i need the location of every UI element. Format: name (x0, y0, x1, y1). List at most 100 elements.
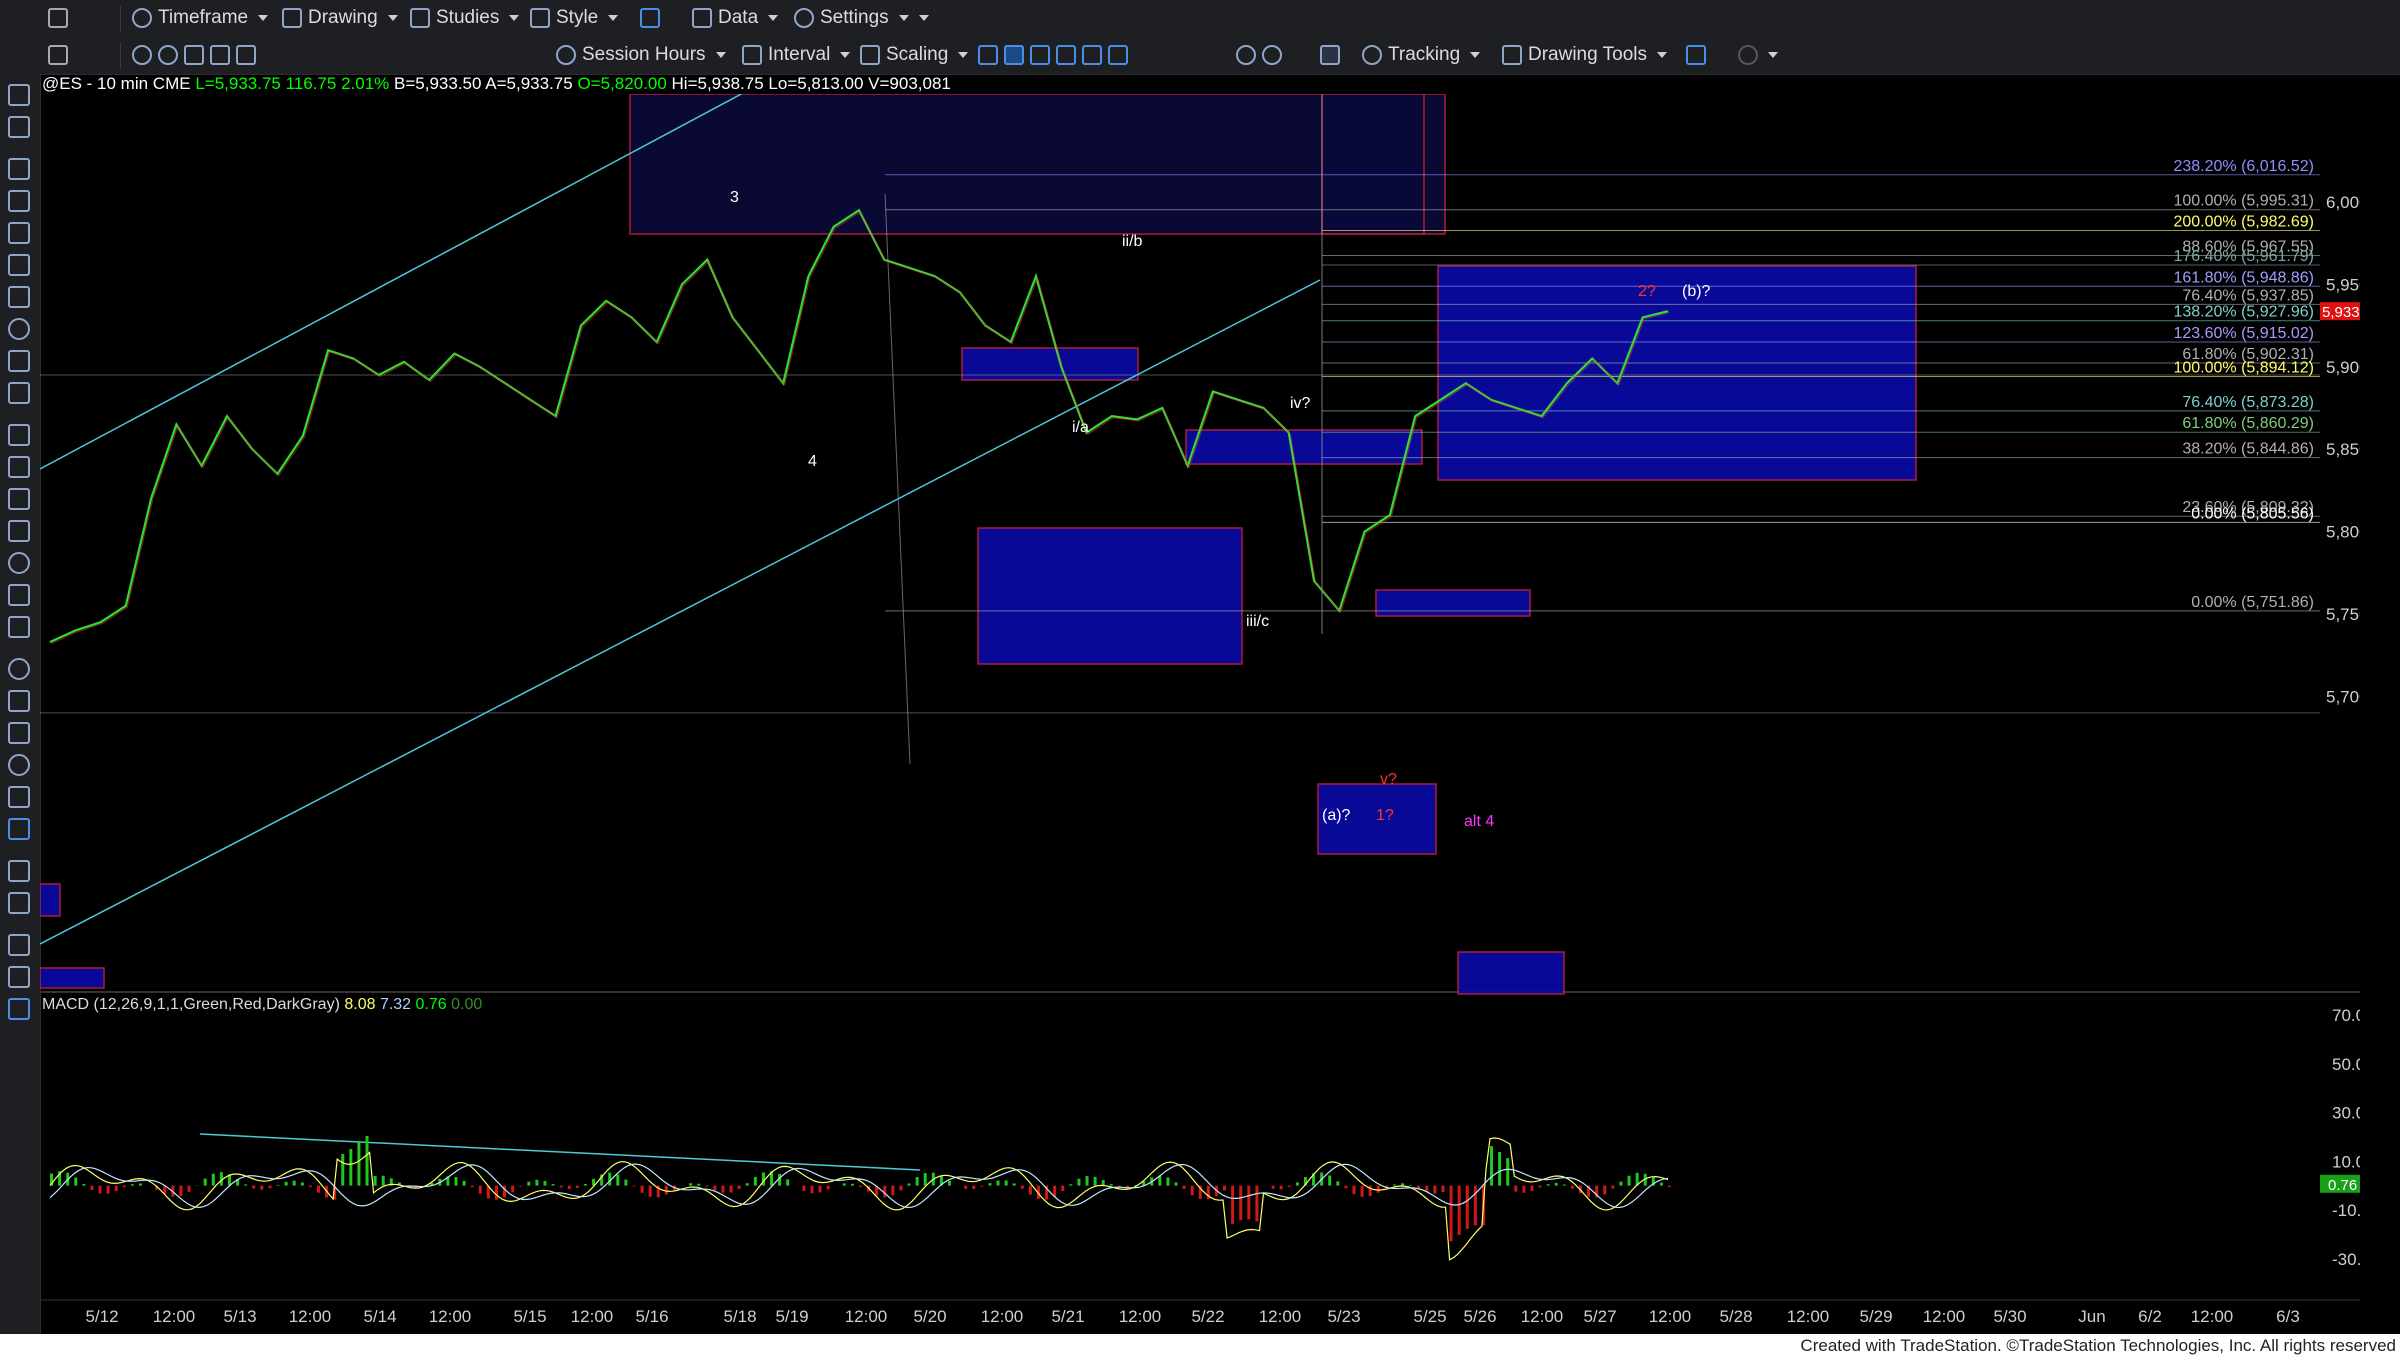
speed-lines-icon[interactable] (8, 456, 30, 478)
pitchfork-icon[interactable] (8, 350, 30, 372)
cursor-tools-group[interactable] (132, 36, 256, 74)
macd-histogram-bar (1611, 1185, 1615, 1189)
macd-histogram-bar (689, 1183, 693, 1186)
price-tick-label: 5,850.00 (2326, 440, 2360, 459)
macd-histogram-bar (907, 1183, 911, 1186)
price-chart[interactable]: 6,000.00 5,950.00 5,900.00 5,850.00 5,800.00… (40, 94, 2360, 1334)
time-tick-label: 12:00 (1923, 1307, 1966, 1326)
ray-icon[interactable] (8, 190, 30, 212)
macd-histogram-bar (503, 1185, 507, 1198)
macd-histogram-bar (632, 1185, 636, 1187)
spiral-icon[interactable] (8, 552, 30, 574)
layout-icon[interactable] (640, 0, 660, 36)
bar-type-group[interactable] (978, 36, 1128, 74)
gann-icon[interactable] (8, 584, 30, 606)
wave-label: i/a (1072, 419, 1089, 436)
timeframe-button[interactable]: Timeframe (132, 0, 269, 36)
wave-label: v? (1380, 771, 1397, 788)
symbol-quote-bar: @ES - 10 min CME L=5,933.75 116.75 2.01%… (42, 74, 951, 94)
arc-icon[interactable] (8, 658, 30, 680)
macd-histogram-bar (130, 1184, 134, 1186)
fib-ext-icon[interactable] (8, 520, 30, 542)
macd-histogram-bar (1344, 1185, 1348, 1189)
wave-label: (a)? (1322, 807, 1351, 824)
trendline-icon[interactable] (8, 158, 30, 180)
last-price-tag-text: 5,933.75 (2322, 304, 2360, 321)
export-icon[interactable] (1686, 36, 1706, 74)
chevron-down-icon (1768, 52, 1778, 58)
chevron-down-icon (258, 15, 269, 21)
ruler-icon[interactable] (8, 860, 30, 882)
macd-histogram-bar (1028, 1185, 1032, 1195)
channel-icon[interactable] (8, 254, 30, 276)
settings-button[interactable]: Settings (794, 0, 929, 36)
macd-histogram-bar (818, 1185, 822, 1193)
style-button[interactable]: Style (530, 0, 619, 36)
fib-icon[interactable] (8, 286, 30, 308)
grid-tool-icon[interactable] (8, 488, 30, 510)
macd-histogram-bar (996, 1180, 1000, 1186)
window-icon[interactable] (48, 0, 68, 36)
macd-histogram-bar (648, 1185, 652, 1197)
arrow-down-icon[interactable] (8, 690, 30, 712)
time-tick-label: 5/23 (1327, 1307, 1360, 1326)
macd-histogram-bar (244, 1184, 248, 1186)
studies-button[interactable]: Studies (410, 0, 520, 36)
macd-histogram-bar (203, 1178, 207, 1186)
time-tick-label: 6/2 (2138, 1307, 2162, 1326)
drawing-tools-button[interactable]: Drawing Tools (1502, 36, 1667, 74)
pointer-icon[interactable] (8, 84, 30, 106)
macd-histogram-bar (1223, 1185, 1227, 1191)
macd-histogram-bar (1174, 1182, 1178, 1186)
chevron-down-icon (958, 52, 969, 58)
analysis-zone (977, 527, 1243, 665)
macd-histogram-bar (1247, 1185, 1251, 1220)
wave-label: alt 4 (1464, 813, 1494, 830)
triangle-icon[interactable] (8, 382, 30, 404)
macd-histogram-bar (90, 1185, 94, 1190)
bars-icon[interactable] (8, 424, 30, 446)
draw-icon[interactable] (8, 966, 30, 988)
footer-bar: Created with TradeStation. ©TradeStation… (0, 1334, 2400, 1358)
andrews-icon[interactable] (8, 616, 30, 638)
time-tick-label: 5/14 (363, 1307, 396, 1326)
macd-histogram-bar (624, 1179, 628, 1186)
interval-button[interactable]: Interval (742, 36, 851, 74)
window-icon-2[interactable] (48, 36, 68, 74)
text-icon[interactable] (8, 818, 30, 840)
data-button[interactable]: Data (692, 0, 779, 36)
collapse-icon[interactable] (8, 934, 30, 956)
scaling-button[interactable]: Scaling (860, 36, 969, 74)
eraser-icon[interactable] (8, 892, 30, 914)
cloud-icon[interactable] (1738, 36, 1778, 74)
session-hours-button[interactable]: Session Hours (556, 36, 726, 74)
tracking-button[interactable]: Tracking (1362, 36, 1481, 74)
time-tick-label: 5/28 (1719, 1307, 1752, 1326)
rectangle-icon[interactable] (8, 786, 30, 808)
macd-histogram-bar (519, 1185, 523, 1187)
drawing-button[interactable]: Drawing (282, 0, 398, 36)
macd-histogram-bar (737, 1185, 741, 1189)
flask-icon (410, 8, 430, 28)
macd-histogram-bar (1020, 1185, 1024, 1189)
macd-histogram-bar (1433, 1185, 1437, 1194)
macd-histogram-bar (381, 1175, 385, 1186)
horizontal-line-icon[interactable] (8, 222, 30, 244)
macd-histogram-bar (891, 1185, 895, 1196)
time-tick-label: 12:00 (2191, 1307, 2234, 1326)
macd-histogram-bar (1093, 1176, 1097, 1186)
time-tick-label: 6/3 (2276, 1307, 2300, 1326)
zoom-group[interactable] (1236, 36, 1282, 74)
cycle-icon[interactable] (8, 318, 30, 340)
macd-tick-label: -30.00 (2332, 1250, 2360, 1269)
label-icon[interactable] (8, 998, 30, 1020)
macd-histogram-bar (527, 1181, 531, 1186)
arrow-up-icon[interactable] (8, 722, 30, 744)
high-price: Hi=5,938.75 (671, 74, 764, 93)
macd-histogram-bar (697, 1183, 701, 1186)
ellipse-icon[interactable] (8, 754, 30, 776)
macd-histogram-bar (1392, 1184, 1396, 1186)
main-toolbar: Timeframe Drawing Studies Style Data Set… (0, 0, 2400, 37)
crosshair-icon[interactable] (8, 116, 30, 138)
grid-icon[interactable] (1320, 36, 1340, 74)
